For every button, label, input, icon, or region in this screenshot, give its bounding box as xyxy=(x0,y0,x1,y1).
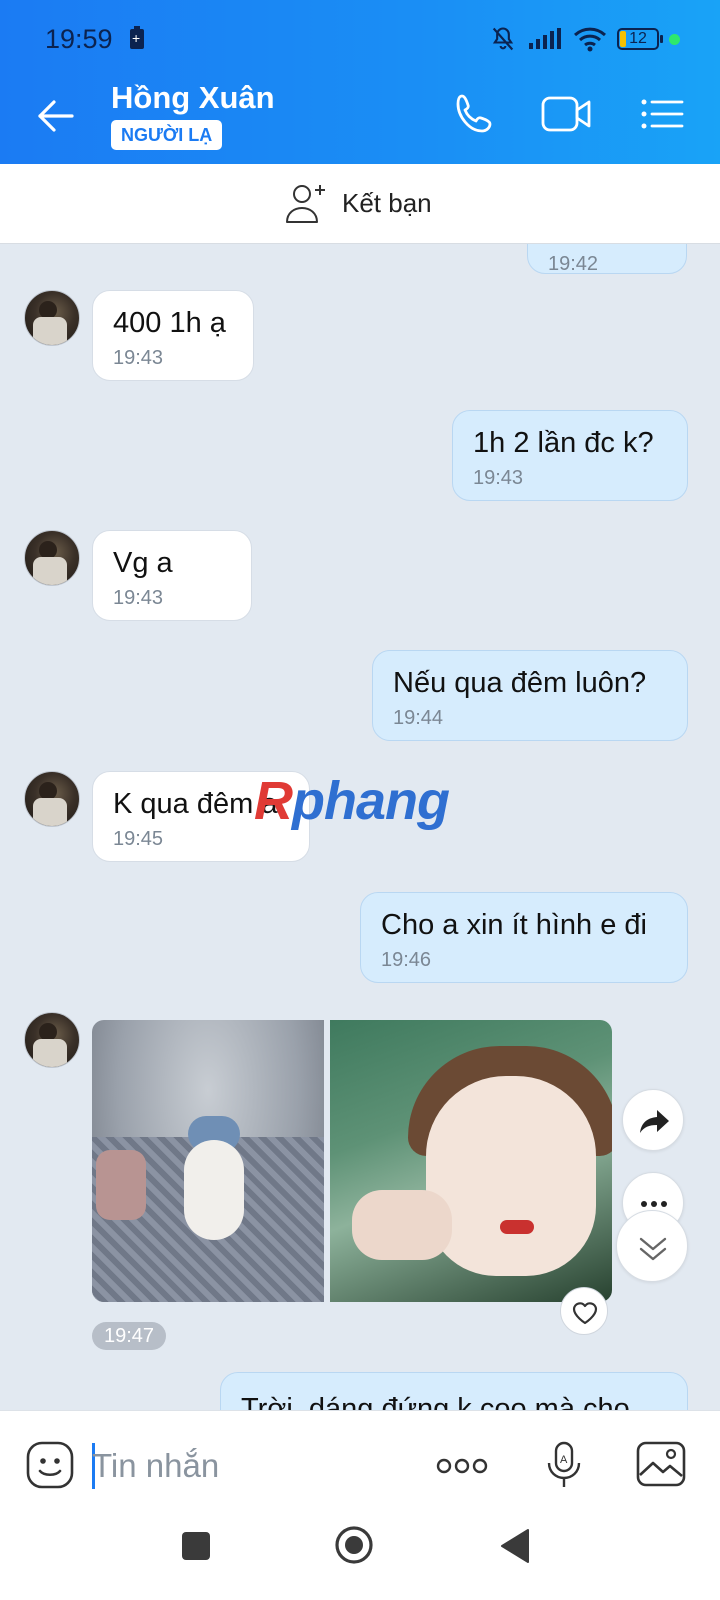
back-nav-button[interactable] xyxy=(498,1528,532,1564)
photo-attachment[interactable] xyxy=(330,1020,612,1302)
status-icons: 12 xyxy=(489,22,680,56)
phone-icon[interactable] xyxy=(448,90,502,138)
add-user-icon xyxy=(286,185,325,223)
signal-icon xyxy=(529,28,561,49)
contact-name[interactable]: Hồng Xuân xyxy=(111,80,275,116)
message-bubble-outgoing[interactable]: Cho a xin ít hình e đi 19:46 xyxy=(360,892,688,983)
watermark-first: R xyxy=(254,771,293,831)
svg-text:A: A xyxy=(560,1454,568,1466)
message-time: 19:46 xyxy=(381,949,432,971)
message-bubble-outgoing[interactable]: 1h 2 lần đc k? 19:43 xyxy=(452,410,688,501)
system-nav-bar xyxy=(0,1520,720,1600)
watermark-logo: Rphang xyxy=(254,770,450,832)
photo-attachment[interactable] xyxy=(92,1020,324,1302)
status-time: 19:59 xyxy=(45,24,113,54)
list-menu-icon[interactable] xyxy=(636,90,690,138)
message-time: 19:44 xyxy=(393,707,444,729)
message-time: 19:43 xyxy=(113,587,164,609)
watermark-rest: phang xyxy=(292,771,450,831)
message-time: 19:42 xyxy=(548,253,599,275)
battery-level: 12 xyxy=(629,30,647,47)
share-button[interactable] xyxy=(622,1089,684,1151)
message-text: 400 1h ạ xyxy=(113,307,226,339)
privacy-dot xyxy=(669,33,680,45)
react-button[interactable] xyxy=(560,1287,608,1335)
chat-header: 19:59 12 Hồng Xuân NGƯỜI LẠ xyxy=(0,0,720,164)
message-time: 19:43 xyxy=(473,467,524,489)
message-bubble-outgoing[interactable]: 19:42 xyxy=(527,244,687,275)
message-text: Cho a xin ít hình e đi xyxy=(381,909,647,941)
stranger-badge: NGƯỜI LẠ xyxy=(111,120,223,150)
add-friend-label: Kết bạn xyxy=(342,187,432,218)
message-input[interactable]: Tin nhắn xyxy=(92,1441,392,1491)
mute-icon xyxy=(492,27,514,51)
more-horizontal-icon[interactable] xyxy=(434,1447,490,1485)
message-text: Trời, dáng đứng k coo mà cho xyxy=(241,1393,630,1410)
battery-saver-icon xyxy=(130,26,144,49)
composer-bar: Tin nhắn A xyxy=(0,1410,720,1520)
message-time: 19:43 xyxy=(113,347,164,369)
heart-icon xyxy=(572,1302,598,1325)
video-camera-icon[interactable] xyxy=(540,90,594,138)
avatar[interactable] xyxy=(24,290,80,346)
avatar[interactable] xyxy=(24,530,80,586)
wifi-icon xyxy=(573,27,607,52)
avatar[interactable] xyxy=(24,1012,80,1068)
message-bubble-incoming[interactable]: Vg a 19:43 xyxy=(92,530,252,621)
message-text: Vg a xyxy=(113,547,173,579)
add-friend-button[interactable]: Kết bạn xyxy=(284,182,432,224)
message-bubble-outgoing[interactable]: Nếu qua đêm luôn? 19:44 xyxy=(372,650,688,741)
message-bubble-incoming[interactable]: 400 1h ạ 19:43 xyxy=(92,290,254,381)
double-chevron-down-icon xyxy=(639,1237,667,1261)
image-icon[interactable] xyxy=(634,1439,688,1491)
recents-button[interactable] xyxy=(182,1532,210,1560)
home-button[interactable] xyxy=(334,1525,374,1565)
photo-time: 19:47 xyxy=(92,1322,167,1350)
avatar[interactable] xyxy=(24,771,80,827)
message-text: 1h 2 lần đc k? xyxy=(473,427,654,459)
add-friend-bar: Kết bạn xyxy=(0,164,720,244)
scroll-down-button[interactable] xyxy=(616,1210,688,1282)
microphone-icon[interactable]: A xyxy=(544,1439,584,1493)
message-bubble-outgoing[interactable]: Trời, dáng đứng k coo mà cho xyxy=(220,1372,688,1410)
share-icon xyxy=(640,1110,669,1133)
battery-indicator: 12 xyxy=(617,28,663,50)
arrow-left-icon[interactable] xyxy=(28,90,80,142)
emoji-icon[interactable] xyxy=(24,1439,76,1491)
message-text: Nếu qua đêm luôn? xyxy=(393,667,647,699)
